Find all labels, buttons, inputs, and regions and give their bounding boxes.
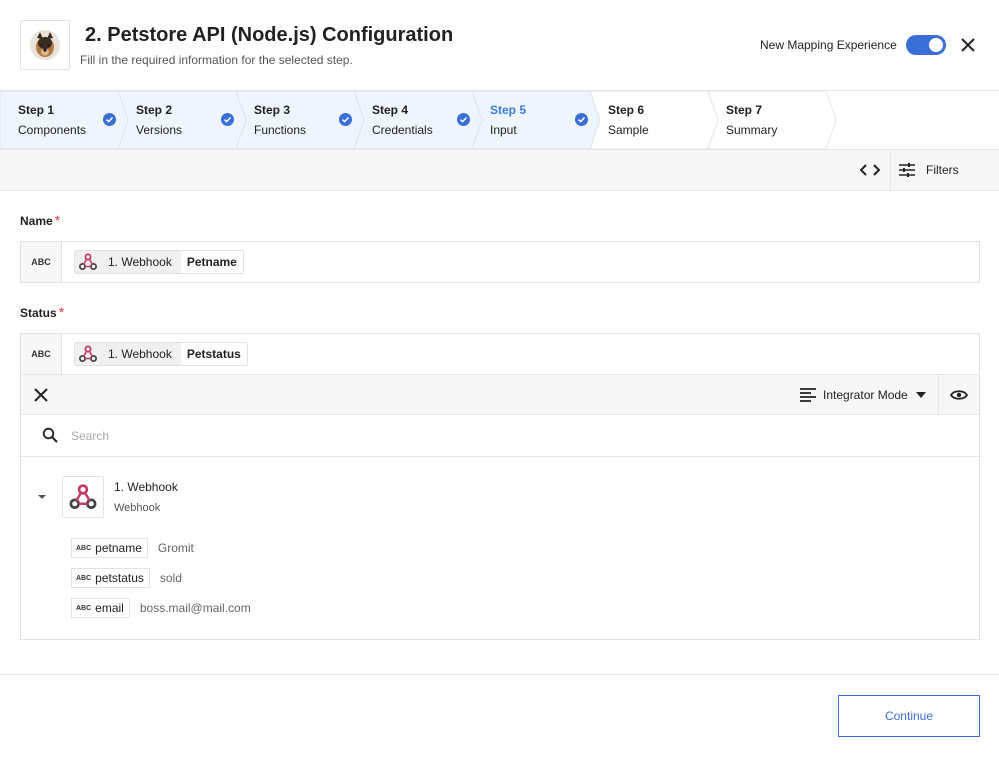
step-6[interactable]: Step 6 Sample xyxy=(590,91,708,149)
token-field-label: Petname xyxy=(180,251,243,273)
search-icon xyxy=(42,427,58,443)
mapping-token[interactable]: 1. Webhook Petname xyxy=(74,250,244,274)
step-3[interactable]: Step 3 Functions xyxy=(236,91,354,149)
type-badge: ABC xyxy=(76,574,92,582)
field-name: petname xyxy=(95,541,142,555)
step-label: Credentials xyxy=(372,123,433,137)
step-title: Step 3 xyxy=(254,103,291,117)
step-title: Step 4 xyxy=(372,103,409,117)
code-view-button[interactable] xyxy=(850,150,890,190)
continue-button[interactable]: Continue xyxy=(838,695,980,737)
mapping-panel: Integrator Mode 1. Webhook xyxy=(20,374,980,640)
step-label: Sample xyxy=(608,123,649,137)
search-input[interactable] xyxy=(71,425,871,447)
name-input[interactable]: ABC 1. Webhook Petname xyxy=(20,241,980,283)
field-name: email xyxy=(95,601,124,615)
chevron-down-icon xyxy=(915,392,926,398)
check-circle-icon xyxy=(221,113,234,126)
status-input[interactable]: ABC 1. Webhook Petstatus xyxy=(20,333,980,375)
petstore-logo xyxy=(20,20,70,70)
form-toolbar: Filters xyxy=(0,150,999,191)
list-item: ABC email boss.mail@mail.com xyxy=(71,598,251,618)
step-title: Step 7 xyxy=(726,103,763,117)
collapse-caret-icon[interactable] xyxy=(36,491,48,503)
integrator-mode-dropdown[interactable]: Integrator Mode xyxy=(799,375,926,415)
step-label: Functions xyxy=(254,123,307,137)
field-value: sold xyxy=(159,571,182,585)
dialog-header: 2. Petstore API (Node.js) Configuration … xyxy=(0,0,999,91)
field-value: boss.mail@mail.com xyxy=(139,601,251,615)
step-label: Components xyxy=(18,123,87,137)
page-subtitle: Fill in the required information for the… xyxy=(80,53,353,67)
filters-button[interactable]: Filters xyxy=(898,150,959,190)
webhook-icon xyxy=(78,252,98,272)
mapping-experience-toggle[interactable] xyxy=(906,35,946,55)
source-title: 1. Webhook xyxy=(114,480,178,494)
step-title: Step 6 xyxy=(608,103,645,117)
sliders-icon xyxy=(899,163,915,177)
webhook-source-logo xyxy=(62,476,104,518)
step-1[interactable]: Step 1 Components xyxy=(0,91,118,149)
code-icon xyxy=(860,164,880,176)
webhook-icon xyxy=(69,484,97,509)
field-chip-petname[interactable]: ABC petname xyxy=(71,538,148,558)
field-chip-email[interactable]: ABC email xyxy=(71,598,130,618)
eye-icon xyxy=(950,390,968,400)
type-badge: ABC xyxy=(21,242,62,282)
type-badge: ABC xyxy=(76,604,92,612)
step-5[interactable]: Step 5 Input xyxy=(472,91,590,149)
required-mark: * xyxy=(58,304,65,320)
filters-label: Filters xyxy=(926,163,959,177)
mapping-panel-toolbar: Integrator Mode xyxy=(21,374,979,415)
field-name: petstatus xyxy=(95,571,144,585)
token-source-label: 1. Webhook xyxy=(108,255,172,269)
token-source: 1. Webhook xyxy=(75,251,181,273)
name-label-text: Name xyxy=(20,214,53,228)
source-subtitle: Webhook xyxy=(114,502,161,514)
token-source: 1. Webhook xyxy=(75,343,181,365)
token-field-label: Petstatus xyxy=(180,343,247,365)
list-item: ABC petname Gromit xyxy=(71,538,194,558)
step-7[interactable]: Step 7 Summary xyxy=(708,91,826,149)
mapping-token[interactable]: 1. Webhook Petstatus xyxy=(74,342,248,366)
page-title: 2. Petstore API (Node.js) Configuration xyxy=(85,24,454,46)
token-source-label: 1. Webhook xyxy=(108,347,172,361)
check-circle-icon xyxy=(103,113,116,126)
footer-divider xyxy=(0,674,999,675)
list-lines-icon xyxy=(800,388,816,402)
toolbar-divider xyxy=(890,150,891,190)
status-field-label: Status * xyxy=(20,304,64,320)
close-dialog-button[interactable] xyxy=(958,35,978,55)
check-circle-icon xyxy=(457,113,470,126)
step-label: Versions xyxy=(136,123,183,137)
step-label: Input xyxy=(490,123,517,137)
preview-button[interactable] xyxy=(939,375,979,415)
step-label: Summary xyxy=(726,123,778,137)
wizard-stepper: Step 1 Components Step 2 Versions Step 3… xyxy=(0,91,999,150)
status-label-text: Status xyxy=(20,306,57,320)
close-panel-button[interactable] xyxy=(31,385,51,405)
step-title: Step 5 xyxy=(490,103,527,117)
mapping-experience-label: New Mapping Experience xyxy=(760,38,897,52)
webhook-icon xyxy=(78,344,98,364)
mode-label: Integrator Mode xyxy=(823,388,908,402)
required-mark: * xyxy=(54,212,61,228)
type-badge: ABC xyxy=(76,544,92,552)
search-row xyxy=(21,415,979,457)
check-circle-icon xyxy=(339,113,352,126)
step-4[interactable]: Step 4 Credentials xyxy=(354,91,472,149)
field-chip-petstatus[interactable]: ABC petstatus xyxy=(71,568,150,588)
step-2[interactable]: Step 2 Versions xyxy=(118,91,236,149)
toggle-knob xyxy=(929,38,943,52)
name-field-label: Name * xyxy=(20,212,60,228)
list-item: ABC petstatus sold xyxy=(71,568,182,588)
type-badge: ABC xyxy=(21,334,62,374)
field-value: Gromit xyxy=(157,541,194,555)
step-title: Step 2 xyxy=(136,103,173,117)
step-title: Step 1 xyxy=(18,103,55,117)
dog-avatar-icon xyxy=(30,30,60,60)
close-icon xyxy=(961,38,975,52)
close-icon xyxy=(34,388,48,402)
check-circle-icon xyxy=(575,113,588,126)
